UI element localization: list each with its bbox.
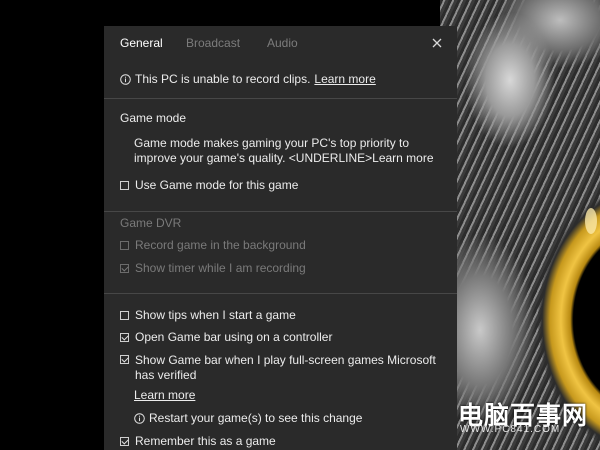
record-background-checkbox-row: Record game in the background bbox=[120, 238, 306, 252]
game-bar-settings-panel: General Broadcast Audio This PC is unabl… bbox=[104, 26, 457, 450]
close-button[interactable] bbox=[430, 36, 444, 50]
watermark-url: WWW.PC841.COM bbox=[460, 424, 561, 435]
restart-notice-text: Restart your game(s) to see this change bbox=[149, 411, 363, 425]
tab-audio[interactable]: Audio bbox=[267, 36, 298, 50]
show-tips-checkbox-row[interactable]: Show tips when I start a game bbox=[120, 308, 296, 322]
open-gamebar-checkbox[interactable] bbox=[120, 332, 129, 342]
show-timer-checkbox bbox=[120, 263, 129, 273]
divider bbox=[104, 293, 457, 294]
open-gamebar-label: Open Game bar using on a controller bbox=[135, 330, 333, 344]
remember-game-checkbox[interactable] bbox=[120, 436, 129, 446]
divider bbox=[104, 98, 457, 99]
game-mode-checkbox[interactable] bbox=[120, 180, 129, 190]
show-timer-checkbox-row: Show timer while I am recording bbox=[120, 261, 306, 275]
info-icon bbox=[120, 73, 131, 85]
show-timer-label: Show timer while I am recording bbox=[135, 261, 306, 275]
fullscreen-learn-more-link[interactable]: Learn more bbox=[134, 388, 195, 402]
show-tips-checkbox[interactable] bbox=[120, 310, 129, 320]
open-gamebar-checkbox-row[interactable]: Open Game bar using on a controller bbox=[120, 330, 332, 344]
game-mode-checkbox-row[interactable]: Use Game mode for this game bbox=[120, 178, 298, 192]
show-fullscreen-checkbox[interactable] bbox=[120, 355, 129, 364]
game-dvr-heading: Game DVR bbox=[120, 216, 182, 230]
tab-broadcast[interactable]: Broadcast bbox=[186, 36, 240, 50]
game-mode-heading: Game mode bbox=[120, 111, 187, 125]
restart-notice: Restart your game(s) to see this change bbox=[134, 411, 362, 425]
owl-eye-highlight bbox=[585, 208, 597, 234]
remember-game-label: Remember this as a game bbox=[135, 434, 276, 448]
fullscreen-learn-more-row[interactable]: Learn more bbox=[134, 388, 195, 402]
tab-general[interactable]: General bbox=[120, 36, 163, 50]
settings-tabs: General Broadcast Audio bbox=[104, 26, 457, 58]
record-notice-learn-more-link[interactable]: Learn more bbox=[314, 72, 375, 86]
show-fullscreen-label: Show Game bar when I play full-screen ga… bbox=[135, 353, 436, 382]
game-mode-description: Game mode makes gaming your PC's top pri… bbox=[134, 136, 434, 165]
close-icon bbox=[432, 38, 442, 48]
show-tips-label: Show tips when I start a game bbox=[135, 308, 296, 322]
game-mode-checkbox-label: Use Game mode for this game bbox=[135, 178, 299, 192]
record-notice-text: This PC is unable to record clips. bbox=[135, 72, 311, 86]
remember-game-checkbox-row[interactable]: Remember this as a game bbox=[120, 434, 276, 448]
show-fullscreen-checkbox-row[interactable]: Show Game bar when I play full-screen ga… bbox=[120, 353, 440, 383]
record-notice: This PC is unable to record clips. Learn… bbox=[120, 72, 376, 86]
divider bbox=[104, 211, 457, 212]
record-background-checkbox bbox=[120, 240, 129, 250]
record-background-label: Record game in the background bbox=[135, 238, 306, 252]
info-icon bbox=[134, 412, 145, 424]
